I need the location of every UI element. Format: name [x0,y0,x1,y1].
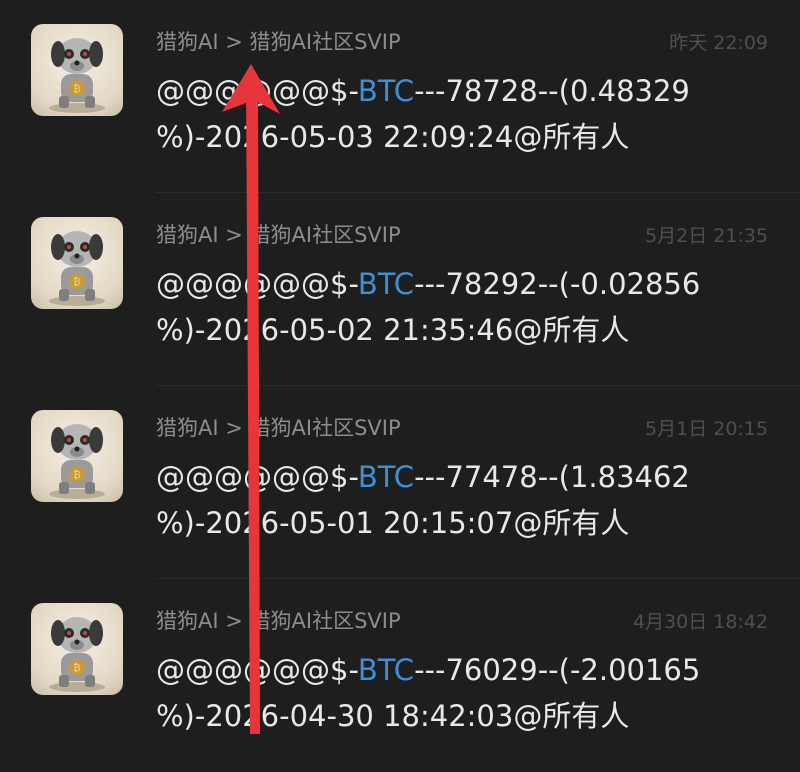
sender-name: 猎狗AI > 猎狗AI社区SVIP [156,416,401,440]
svg-text:₿: ₿ [73,83,80,95]
message-text: @@@@@@$-BTC---78728--(0.48329 %)-2026-05… [156,68,736,160]
robot-dog-avatar-icon[interactable]: ₿ [31,24,123,116]
svg-text:₿: ₿ [73,276,80,288]
price-change: ---78728--(0.48329 [414,74,690,108]
message-line-2: %)-2026-05-03 22:09:24@所有人 [156,120,630,154]
price-change: ---76029--(-2.00165 [414,653,701,687]
coin-link[interactable]: BTC [358,460,414,494]
sender-name: 猎狗AI > 猎狗AI社区SVIP [156,223,401,247]
svg-text:₿: ₿ [73,662,80,674]
message-time: 昨天 22:09 [669,32,768,54]
mention-prefix: @@@@@@$- [156,74,358,108]
robot-dog-icon: ₿ [49,617,105,692]
robot-dog-icon: ₿ [49,424,105,499]
message-line-2: %)-2026-04-30 18:42:03@所有人 [156,699,630,733]
message-line-1: @@@@@@$-BTC---78728--(0.48329 [156,68,736,114]
svg-text:₿: ₿ [73,469,80,481]
message-line-1: @@@@@@$-BTC---76029--(-2.00165 [156,647,736,693]
sender-name: 猎狗AI > 猎狗AI社区SVIP [156,609,401,633]
message-line-2: %)-2026-05-02 21:35:46@所有人 [156,313,630,347]
coin-link[interactable]: BTC [358,74,414,108]
message-item[interactable]: ₿ 猎狗AI > 猎狗AI社区SVIP 昨天 22:09 @@@@@@$-BTC… [0,0,800,193]
price-change: ---78292--(-0.02856 [414,267,701,301]
message-line-1: @@@@@@$-BTC---77478--(1.83462 [156,454,736,500]
message-line-2: %)-2026-05-01 20:15:07@所有人 [156,506,630,540]
message-time: 4月30日 18:42 [632,611,768,633]
coin-link[interactable]: BTC [358,267,414,301]
message-item[interactable]: ₿ 猎狗AI > 猎狗AI社区SVIP 5月2日 21:35 @@@@@@$-B… [0,193,800,386]
robot-dog-avatar-icon[interactable]: ₿ [31,603,123,695]
mention-prefix: @@@@@@$- [156,267,358,301]
price-change: ---77478--(1.83462 [414,460,690,494]
message-time: 5月1日 20:15 [645,418,768,440]
message-item[interactable]: ₿ 猎狗AI > 猎狗AI社区SVIP 4月30日 18:42 @@@@@@$-… [0,579,800,772]
message-text: @@@@@@$-BTC---77478--(1.83462 %)-2026-05… [156,454,736,546]
message-text: @@@@@@$-BTC---78292--(-0.02856 %)-2026-0… [156,261,736,353]
message-text: @@@@@@$-BTC---76029--(-2.00165 %)-2026-0… [156,647,736,739]
message-item[interactable]: ₿ 猎狗AI > 猎狗AI社区SVIP 5月1日 20:15 @@@@@@$-B… [0,386,800,579]
mention-prefix: @@@@@@$- [156,460,358,494]
sender-name: 猎狗AI > 猎狗AI社区SVIP [156,30,401,54]
robot-dog-avatar-icon[interactable]: ₿ [31,217,123,309]
mention-prefix: @@@@@@$- [156,653,358,687]
message-time: 5月2日 21:35 [645,225,768,247]
robot-dog-avatar-icon[interactable]: ₿ [31,410,123,502]
robot-dog-icon: ₿ [49,38,105,113]
message-line-1: @@@@@@$-BTC---78292--(-0.02856 [156,261,736,307]
message-list: ₿ 猎狗AI > 猎狗AI社区SVIP 昨天 22:09 @@@@@@$-BTC… [0,0,800,770]
robot-dog-icon: ₿ [49,231,105,306]
coin-link[interactable]: BTC [358,653,414,687]
